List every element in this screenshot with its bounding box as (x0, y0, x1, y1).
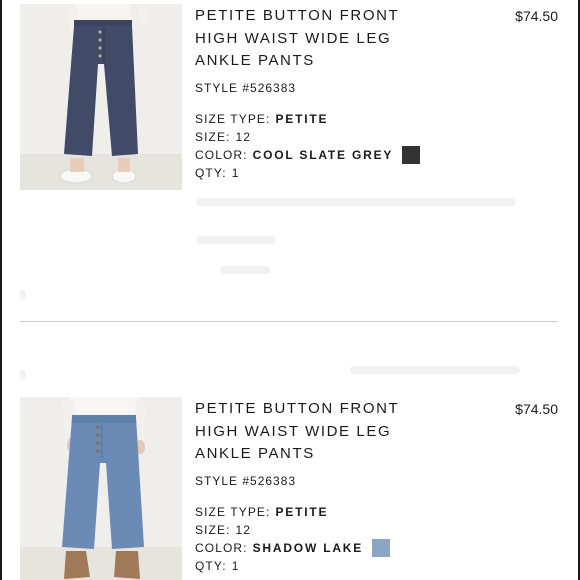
size-type-row: SIZE TYPE: PETITE (195, 110, 495, 128)
faded-text (220, 266, 270, 274)
faded-text (20, 370, 26, 380)
color-label: COLOR: (195, 540, 248, 555)
product-name-line: ANKLE PANTS (195, 445, 315, 462)
qty-value: 1 (231, 165, 240, 180)
product-image[interactable] (20, 4, 182, 190)
size-type-value: PETITE (275, 504, 329, 519)
qty-row: QTY: 1 (195, 164, 495, 182)
left-border (0, 0, 2, 580)
style-number: STYLE #526383 (195, 473, 297, 488)
size-row: SIZE: 12 (195, 521, 495, 539)
color-label: COLOR: (195, 147, 248, 162)
faded-text (196, 236, 276, 244)
color-swatch (402, 145, 421, 164)
navy-pants-photo-icon (20, 4, 182, 190)
product-name-line: ANKLE PANTS (195, 52, 315, 69)
product-name-line: HIGH WAIST WIDE LEG (195, 422, 392, 440)
size-type-label: SIZE TYPE: (195, 504, 271, 519)
blue-pants-photo-icon (20, 397, 182, 580)
color-value: COOL SLATE GREY (252, 147, 394, 162)
faded-text (196, 198, 516, 206)
size-value: 12 (235, 522, 252, 537)
color-swatch (372, 538, 391, 557)
qty-value: 1 (231, 558, 240, 573)
qty-row: QTY: 1 (195, 557, 495, 575)
size-value: 12 (235, 129, 252, 144)
product-name[interactable]: PETITE BUTTON FRONT HIGH WAIST WIDE LEG … (195, 5, 495, 73)
product-image[interactable] (20, 397, 182, 580)
item-divider (20, 321, 558, 322)
item-price: $74.50 (515, 401, 558, 417)
faded-text (20, 290, 26, 300)
size-label: SIZE: (195, 129, 231, 144)
product-info: PETITE BUTTON FRONT HIGH WAIST WIDE LEG … (195, 4, 495, 182)
size-row: SIZE: 12 (195, 128, 495, 146)
item-price: $74.50 (515, 8, 558, 24)
color-row: COLOR: SHADOW LAKE (195, 538, 495, 557)
size-label: SIZE: (195, 522, 231, 537)
product-info: PETITE BUTTON FRONT HIGH WAIST WIDE LEG … (195, 397, 495, 575)
qty-label: QTY: (195, 558, 227, 573)
product-name-line: HIGH WAIST WIDE LEG (195, 29, 392, 47)
size-type-value: PETITE (275, 111, 329, 126)
size-type-label: SIZE TYPE: (195, 111, 271, 126)
faded-text (350, 366, 520, 374)
product-attributes: SIZE TYPE: PETITE SIZE: 12 COLOR: SHADOW… (195, 503, 495, 575)
color-row: COLOR: COOL SLATE GREY (195, 145, 495, 164)
product-name[interactable]: PETITE BUTTON FRONT HIGH WAIST WIDE LEG … (195, 398, 495, 466)
qty-label: QTY: (195, 165, 227, 180)
size-type-row: SIZE TYPE: PETITE (195, 503, 495, 521)
product-attributes: SIZE TYPE: PETITE SIZE: 12 COLOR: COOL S… (195, 110, 495, 182)
color-value: SHADOW LAKE (252, 540, 364, 555)
style-number: STYLE #526383 (195, 80, 297, 95)
product-name-line: PETITE BUTTON FRONT (195, 7, 400, 24)
product-name-line: PETITE BUTTON FRONT (195, 400, 400, 417)
